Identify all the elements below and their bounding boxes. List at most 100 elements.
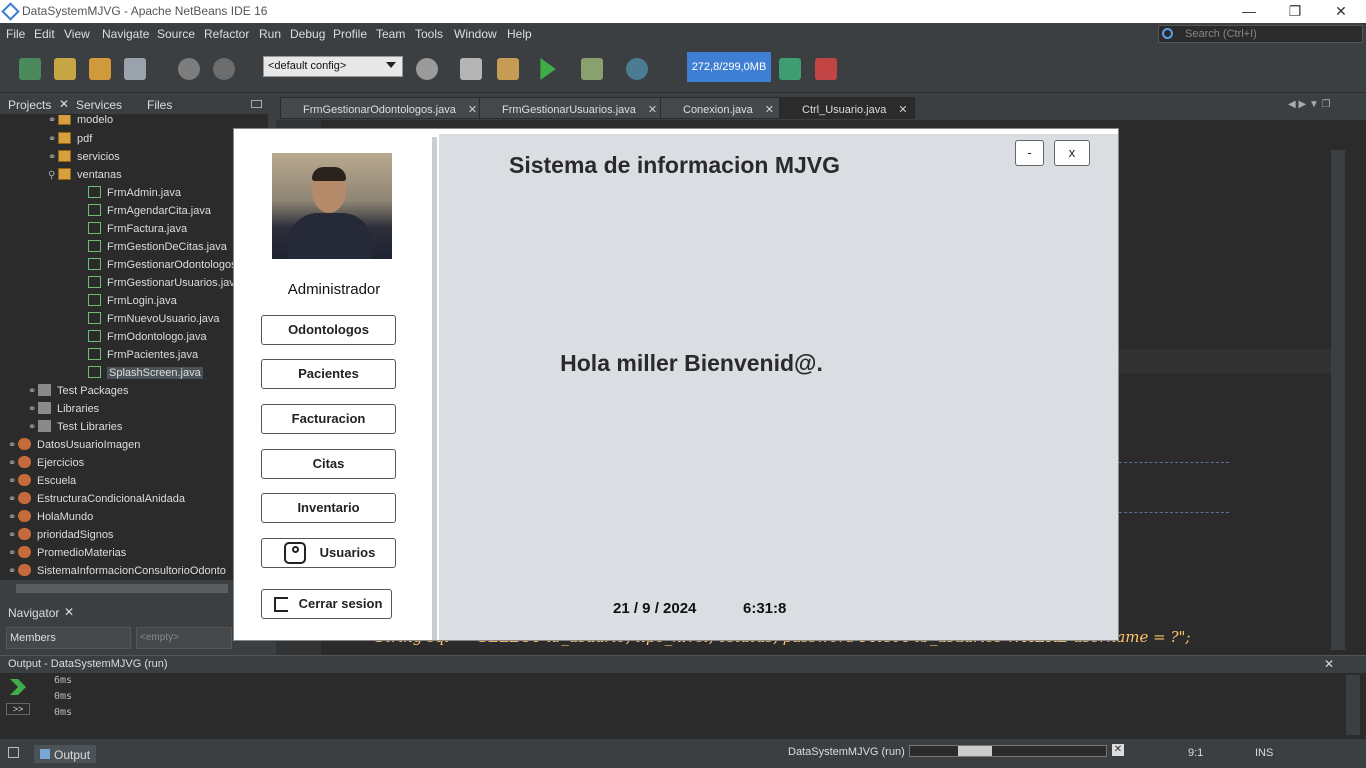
members-select[interactable]: Members: [6, 627, 131, 649]
close-icon[interactable]: ✕: [765, 104, 774, 116]
output-scrollbar[interactable]: [1346, 675, 1360, 735]
tree-node-file-selected[interactable]: SplashScreen.java: [88, 366, 203, 379]
close-icon[interactable]: ✕: [64, 605, 74, 619]
redo-icon[interactable]: [213, 58, 235, 80]
tree-node-file[interactable]: FrmAdmin.java: [88, 186, 181, 199]
new-file-icon[interactable]: [19, 58, 41, 80]
tree-node-file[interactable]: FrmGestionarUsuarios.jav: [88, 276, 235, 289]
close-icon[interactable]: ✕: [898, 104, 907, 116]
menu-help[interactable]: Help: [507, 27, 532, 41]
more-icon[interactable]: >>: [6, 703, 30, 715]
restore-window-icon[interactable]: ❐: [1272, 0, 1318, 23]
menu-navigate[interactable]: Navigate: [102, 27, 149, 41]
tree-node-project[interactable]: ⚭ Ejercicios: [8, 456, 84, 469]
java-file-icon: [88, 186, 101, 198]
tree-node-project[interactable]: ⚭ HolaMundo: [8, 510, 93, 523]
config-select[interactable]: <default config>: [263, 56, 403, 77]
vertical-scrollbar[interactable]: [1331, 150, 1345, 650]
tree-node-pdf[interactable]: ⚭ pdf: [48, 132, 92, 145]
tree-node-project[interactable]: ⚭ PromedioMaterias: [8, 546, 126, 559]
window-icon[interactable]: [8, 747, 19, 758]
tree-node-project[interactable]: ⚭ SistemaInformacionConsultorioOdonto: [8, 564, 226, 577]
tree-node-test-libraries[interactable]: ⚭ Test Libraries: [28, 420, 122, 433]
scrollbar-thumb[interactable]: [16, 584, 228, 593]
filter-select[interactable]: <empty>: [136, 627, 232, 649]
tab-frmgestionarodontologos[interactable]: FrmGestionarOdontologos.java ✕: [280, 97, 485, 119]
menu-tools[interactable]: Tools: [415, 27, 443, 41]
tab-frmgestionarusuarios[interactable]: FrmGestionarUsuarios.java ✕: [479, 97, 665, 119]
new-project-icon[interactable]: [54, 58, 76, 80]
tab-projects[interactable]: Projects: [8, 98, 51, 112]
menu-file[interactable]: File: [6, 27, 25, 41]
tree-node-test-packages[interactable]: ⚭ Test Packages: [28, 384, 129, 397]
tree-node-file[interactable]: FrmGestionarOdontologos: [88, 258, 237, 271]
close-icon[interactable]: ✕: [468, 104, 477, 116]
tree-node-file[interactable]: FrmGestionDeCitas.java: [88, 240, 227, 253]
tab-services[interactable]: Services: [76, 98, 122, 112]
tree-node-file[interactable]: FrmLogin.java: [88, 294, 177, 307]
tree-node-servicios[interactable]: ⚭ servicios: [48, 150, 120, 163]
tree-node-libraries[interactable]: ⚭ Libraries: [28, 402, 99, 415]
logout-button[interactable]: Cerrar sesion: [261, 589, 392, 619]
tree-node-project[interactable]: ⚭ prioridadSignos: [8, 528, 113, 541]
package-icon: [58, 132, 71, 144]
menu-debug[interactable]: Debug: [290, 27, 325, 41]
profile-icon[interactable]: [626, 58, 648, 80]
search-input[interactable]: Search (Ctrl+I): [1158, 25, 1363, 43]
run-icon[interactable]: [540, 58, 556, 80]
tab-conexion[interactable]: Conexion.java ✕: [660, 97, 781, 119]
output-tab[interactable]: Output: [34, 745, 96, 763]
minimize-window-icon[interactable]: —: [1226, 0, 1272, 23]
close-window-icon[interactable]: ✕: [1318, 0, 1364, 23]
tree-node-file[interactable]: FrmOdontologo.java: [88, 330, 207, 343]
menu-refactor[interactable]: Refactor: [204, 27, 249, 41]
tree-node-ventanas[interactable]: ⚲ ventanas: [48, 168, 122, 181]
facturacion-button[interactable]: Facturacion: [261, 404, 396, 434]
tree-node-modelo[interactable]: ⚭ modelo: [48, 115, 113, 126]
debug-icon[interactable]: [581, 58, 603, 80]
package-icon: [58, 168, 71, 180]
pacientes-button[interactable]: Pacientes: [261, 359, 396, 389]
tree-node-file[interactable]: FrmPacientes.java: [88, 348, 198, 361]
menu-edit[interactable]: Edit: [34, 27, 55, 41]
menu-team[interactable]: Team: [376, 27, 405, 41]
output-panel: >> 6ms 0ms 0ms: [0, 673, 1366, 739]
odontologos-button[interactable]: Odontologos: [261, 315, 396, 345]
tab-ctrl-usuario[interactable]: Ctrl_Usuario.java ✕: [779, 97, 915, 119]
menu-view[interactable]: View: [64, 27, 90, 41]
open-project-icon[interactable]: [89, 58, 111, 80]
save-all-icon[interactable]: [124, 58, 146, 80]
tree-node-project[interactable]: ⚭ DatosUsuarioImagen: [8, 438, 140, 451]
tree-node-project[interactable]: ⚭ Escuela: [8, 474, 76, 487]
clean-build-icon[interactable]: [497, 58, 519, 80]
horizontal-scrollbar[interactable]: [0, 580, 268, 597]
close-icon[interactable]: ✕: [59, 97, 69, 111]
citas-button[interactable]: Citas: [261, 449, 396, 479]
menu-profile[interactable]: Profile: [333, 27, 367, 41]
menu-window[interactable]: Window: [454, 27, 497, 41]
tree-node-file[interactable]: FrmFactura.java: [88, 222, 187, 235]
memory-indicator[interactable]: 272,8/299,0MB: [687, 52, 771, 82]
gc-icon[interactable]: [779, 58, 801, 80]
undo-icon[interactable]: [178, 58, 200, 80]
tree-node-file[interactable]: FrmNuevoUsuario.java: [88, 312, 219, 325]
minimize-panel-icon[interactable]: [251, 100, 262, 108]
rerun-icon[interactable]: [10, 679, 26, 695]
java-file-icon: [88, 258, 101, 270]
build-hammer-icon[interactable]: [460, 58, 482, 80]
inventario-button[interactable]: Inventario: [261, 493, 396, 523]
tree-node-project[interactable]: ⚭ EstructuraCondicionalAnidada: [8, 492, 185, 505]
close-icon[interactable]: ✕: [1324, 657, 1334, 671]
minimize-button[interactable]: -: [1015, 140, 1044, 166]
tree-node-file[interactable]: FrmAgendarCita.java: [88, 204, 211, 217]
tab-navigation-icon[interactable]: ◀ ▶ ▼ ❐: [1288, 99, 1348, 114]
close-icon[interactable]: ✕: [648, 104, 657, 116]
globe-icon[interactable]: [416, 58, 438, 80]
stop-icon[interactable]: [815, 58, 837, 80]
menu-run[interactable]: Run: [259, 27, 281, 41]
cancel-icon[interactable]: ✕: [1112, 744, 1124, 756]
menu-source[interactable]: Source: [157, 27, 195, 41]
close-button[interactable]: x: [1054, 140, 1090, 166]
usuarios-button[interactable]: Usuarios: [261, 538, 396, 568]
tab-files[interactable]: Files: [147, 98, 172, 112]
